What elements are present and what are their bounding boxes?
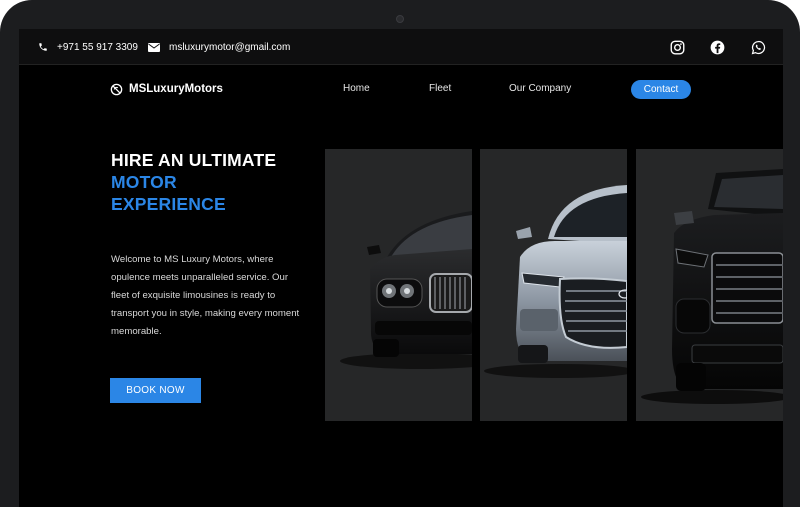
phone-contact[interactable]: +971 55 917 3309 — [38, 29, 138, 65]
phone-icon — [39, 43, 47, 51]
logo-icon — [110, 83, 123, 95]
facebook-icon[interactable] — [707, 37, 727, 57]
hero-title-line1: HIRE AN ULTIMATE — [111, 150, 277, 170]
mail-icon — [148, 42, 160, 52]
contact-bar: +971 55 917 3309 msluxurymotor@gmail.com — [19, 29, 783, 65]
nav-fleet-link[interactable]: Fleet — [429, 65, 451, 113]
main-navigation: MSLuxuryMotors Home Fleet Our Company Co… — [19, 65, 783, 113]
contact-button[interactable]: Contact — [631, 80, 691, 99]
nav-home-link[interactable]: Home — [343, 65, 370, 113]
brand-name: MSLuxuryMotors — [129, 83, 223, 95]
whatsapp-icon[interactable] — [748, 37, 768, 57]
laptop-frame: +971 55 917 3309 msluxurymotor@gmail.com — [0, 0, 800, 507]
email-address: msluxurymotor@gmail.com — [169, 41, 291, 53]
hero-title-line2: MOTOR — [111, 172, 177, 192]
hero-description: Welcome to MS Luxury Motors, where opule… — [111, 254, 300, 337]
website-screen: +971 55 917 3309 msluxurymotor@gmail.com — [19, 29, 783, 507]
car-image-sedan — [480, 149, 627, 421]
car-image-suv — [636, 149, 783, 421]
brand-logo[interactable]: MSLuxuryMotors — [110, 65, 223, 113]
nav-company-link[interactable]: Our Company — [509, 65, 571, 113]
book-now-button[interactable]: BOOK NOW — [110, 378, 201, 403]
hero-title-line3: EXPERIENCE — [111, 194, 226, 214]
instagram-icon[interactable] — [667, 37, 687, 57]
phone-number: +971 55 917 3309 — [57, 41, 138, 53]
email-contact[interactable]: msluxurymotor@gmail.com — [148, 29, 290, 65]
hero-heading: HIRE AN ULTIMATE MOTOR EXPERIENCE — [111, 149, 276, 215]
camera-icon — [396, 15, 404, 23]
car-image-limousine — [325, 149, 472, 421]
